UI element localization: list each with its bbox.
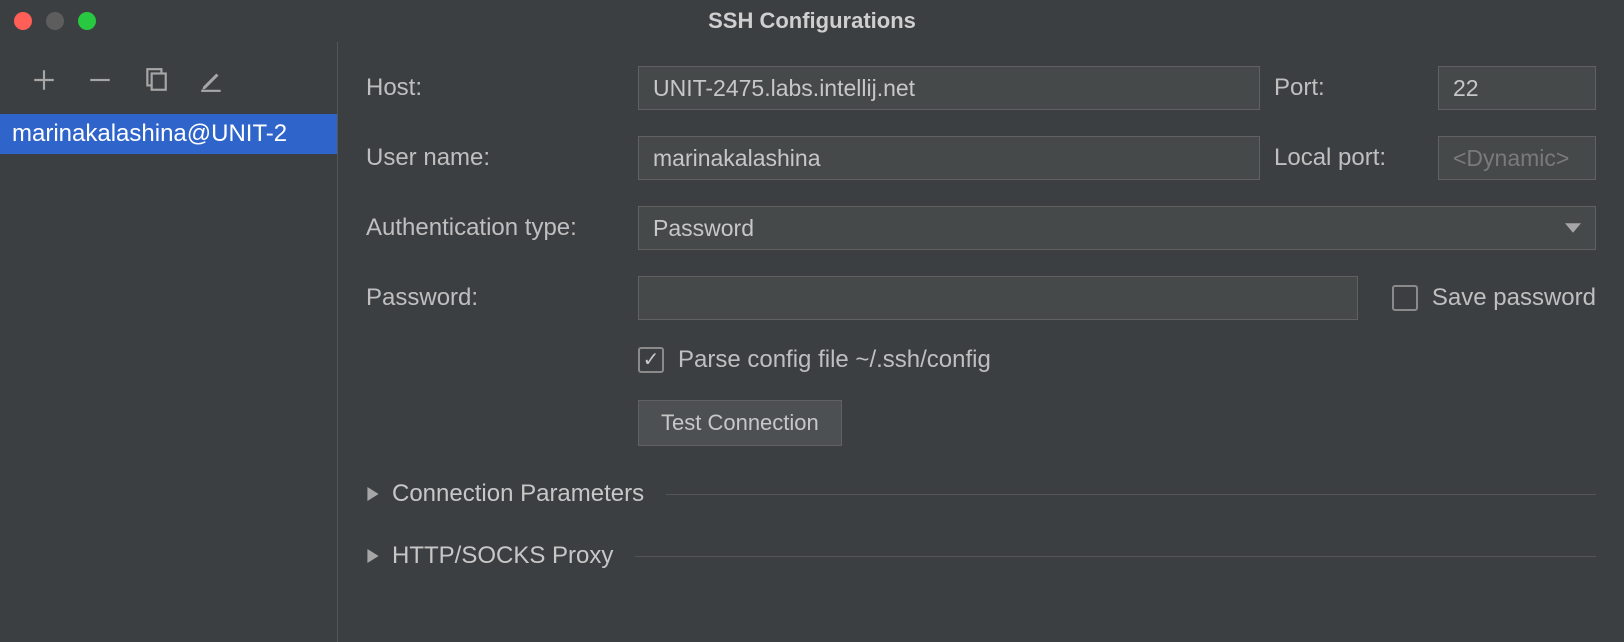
close-icon[interactable]: [14, 12, 32, 30]
sidebar-item-ssh-config[interactable]: marinakalashina@UNIT-2: [0, 114, 337, 154]
window-title: SSH Configurations: [708, 8, 916, 34]
password-input[interactable]: [638, 276, 1358, 320]
host-label: Host:: [366, 74, 624, 102]
section-connection-label: Connection Parameters: [392, 480, 644, 508]
add-button[interactable]: [28, 64, 60, 96]
localport-input[interactable]: [1438, 136, 1596, 180]
save-password-label: Save password: [1432, 284, 1596, 312]
localport-label: Local port:: [1274, 144, 1424, 172]
authtype-label: Authentication type:: [366, 214, 624, 242]
test-connection-label: Test Connection: [661, 410, 819, 436]
zoom-icon[interactable]: [78, 12, 96, 30]
copy-icon: [143, 67, 169, 93]
copy-button[interactable]: [140, 64, 172, 96]
ssh-configurations-window: SSH Configurations: [0, 0, 1624, 642]
parse-config-checkbox[interactable]: [638, 347, 664, 373]
port-label: Port:: [1274, 74, 1424, 102]
username-input[interactable]: [638, 136, 1260, 180]
sidebar: marinakalashina@UNIT-2: [0, 42, 338, 642]
section-connection-parameters[interactable]: Connection Parameters: [366, 480, 1596, 508]
sidebar-toolbar: [0, 58, 337, 114]
password-label: Password:: [366, 284, 624, 312]
divider: [666, 494, 1596, 495]
username-label: User name:: [366, 144, 624, 172]
sidebar-item-label: marinakalashina@UNIT-2: [12, 120, 287, 148]
host-input[interactable]: [638, 66, 1260, 110]
form-panel: Host: Port: User name: Local port:: [338, 42, 1624, 642]
pencil-icon: [199, 67, 225, 93]
chevron-down-icon: [1565, 215, 1581, 242]
divider: [635, 556, 1596, 557]
titlebar: SSH Configurations: [0, 0, 1624, 42]
plus-icon: [31, 67, 57, 93]
section-http-socks-proxy[interactable]: HTTP/SOCKS Proxy: [366, 542, 1596, 570]
edit-button[interactable]: [196, 64, 228, 96]
port-input[interactable]: [1438, 66, 1596, 110]
authtype-select[interactable]: Password: [638, 206, 1596, 250]
section-proxy-label: HTTP/SOCKS Proxy: [392, 542, 613, 570]
remove-button[interactable]: [84, 64, 116, 96]
triangle-right-icon: [366, 481, 380, 507]
content: marinakalashina@UNIT-2 Host: Port: User …: [0, 42, 1624, 642]
save-password-checkbox[interactable]: [1392, 285, 1418, 311]
minus-icon: [87, 67, 113, 93]
test-connection-button[interactable]: Test Connection: [638, 400, 842, 446]
window-controls: [14, 12, 96, 30]
authtype-value: Password: [653, 215, 754, 242]
parse-config-label: Parse config file ~/.ssh/config: [678, 346, 991, 374]
minimize-icon[interactable]: [46, 12, 64, 30]
triangle-right-icon: [366, 543, 380, 569]
